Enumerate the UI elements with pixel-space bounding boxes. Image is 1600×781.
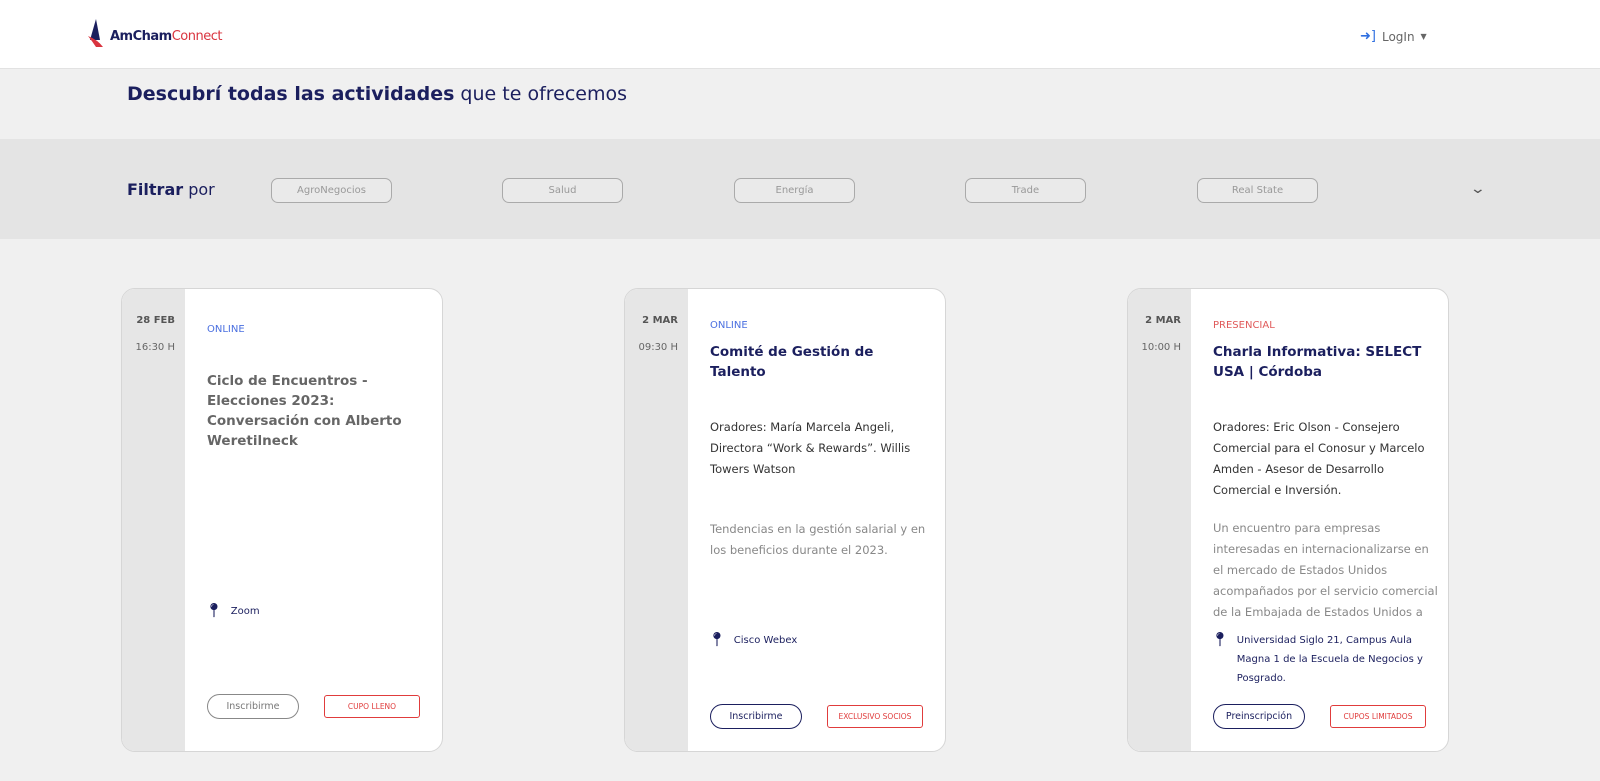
event-title[interactable]: Charla Informativa: SELECT USA | Córdoba [1213,342,1433,382]
page-title: Descubrí todas las actividades que te of… [127,83,628,105]
filter-chip-agronegocios[interactable]: AgroNegocios [271,178,392,203]
event-location: 📍︎ Universidad Siglo 21, Campus Aula Magn… [1211,631,1441,688]
login-label: LogIn [1381,29,1415,44]
date-column: 2 MAR 10:00 H [1128,289,1191,751]
event-date: 2 MAR [1145,315,1181,326]
preregister-button[interactable]: Preinscripción [1213,704,1305,729]
status-tag: EXCLUSIVO SOCIOS [827,705,923,728]
status-tag: CUPOS LIMITADOS [1330,705,1426,728]
event-speakers: Oradores: María Marcela Angeli, Director… [710,420,911,476]
event-card: 28 FEB 16:30 H ONLINE Ciclo de Encuentro… [121,288,443,752]
login-menu[interactable]: ➜] LogIn ▼ [1360,29,1427,44]
event-date: 28 FEB [136,315,175,326]
map-pin-icon: 📍︎ [1211,632,1229,648]
date-column: 2 MAR 09:30 H [625,289,688,751]
date-column: 28 FEB 16:30 H [122,289,185,751]
event-time: 16:30 H [135,342,175,353]
event-time: 09:30 H [638,342,678,353]
filter-chip-salud[interactable]: Salud [502,178,623,203]
event-mode: ONLINE [207,324,245,335]
event-location: 📍︎ Cisco Webex [708,632,798,648]
sign-in-icon: ➜] [1360,29,1376,44]
filter-chip-trade[interactable]: Trade [965,178,1086,203]
status-tag: CUPO LLENO [324,695,420,718]
filter-label: Filtrar por [127,180,215,199]
register-button[interactable]: Inscribirme [207,694,299,719]
event-mode: ONLINE [710,320,748,331]
event-card: 2 MAR 10:00 H PRESENCIAL Charla Informat… [1127,288,1449,752]
map-pin-icon: 📍︎ [708,632,726,648]
event-location: 📍︎ Zoom [205,603,260,619]
register-button[interactable]: Inscribirme [710,704,802,729]
logo[interactable]: AmChamConnect [86,18,223,48]
event-date: 2 MAR [642,315,678,326]
chevron-down-icon[interactable]: ⌄ [1470,181,1486,197]
event-title[interactable]: Ciclo de Encuentros - Elecciones 2023: C… [207,371,427,451]
filter-chip-energia[interactable]: Energía [734,178,855,203]
event-speakers: Oradores: Eric Olson - Consejero Comerci… [1213,420,1425,497]
map-pin-icon: 📍︎ [205,603,223,619]
event-title[interactable]: Comité de Gestión de Talento [710,342,930,382]
event-mode: PRESENCIAL [1213,320,1275,331]
event-description: Tendencias en la gestión salarial y en l… [710,522,926,557]
filter-bar: Filtrar por AgroNegocios Salud Energía T… [0,139,1600,239]
sail-logo-icon [88,19,103,47]
filter-chip-real-state[interactable]: Real State [1197,178,1318,203]
event-description: Un encuentro para empresas interesadas e… [1213,521,1438,618]
event-card: 2 MAR 09:30 H ONLINE Comité de Gestión d… [624,288,946,752]
logo-text: AmChamConnect [110,29,223,44]
event-time: 10:00 H [1141,342,1181,353]
caret-down-icon: ▼ [1420,32,1427,41]
header: AmChamConnect ➜] LogIn ▼ [0,0,1600,69]
